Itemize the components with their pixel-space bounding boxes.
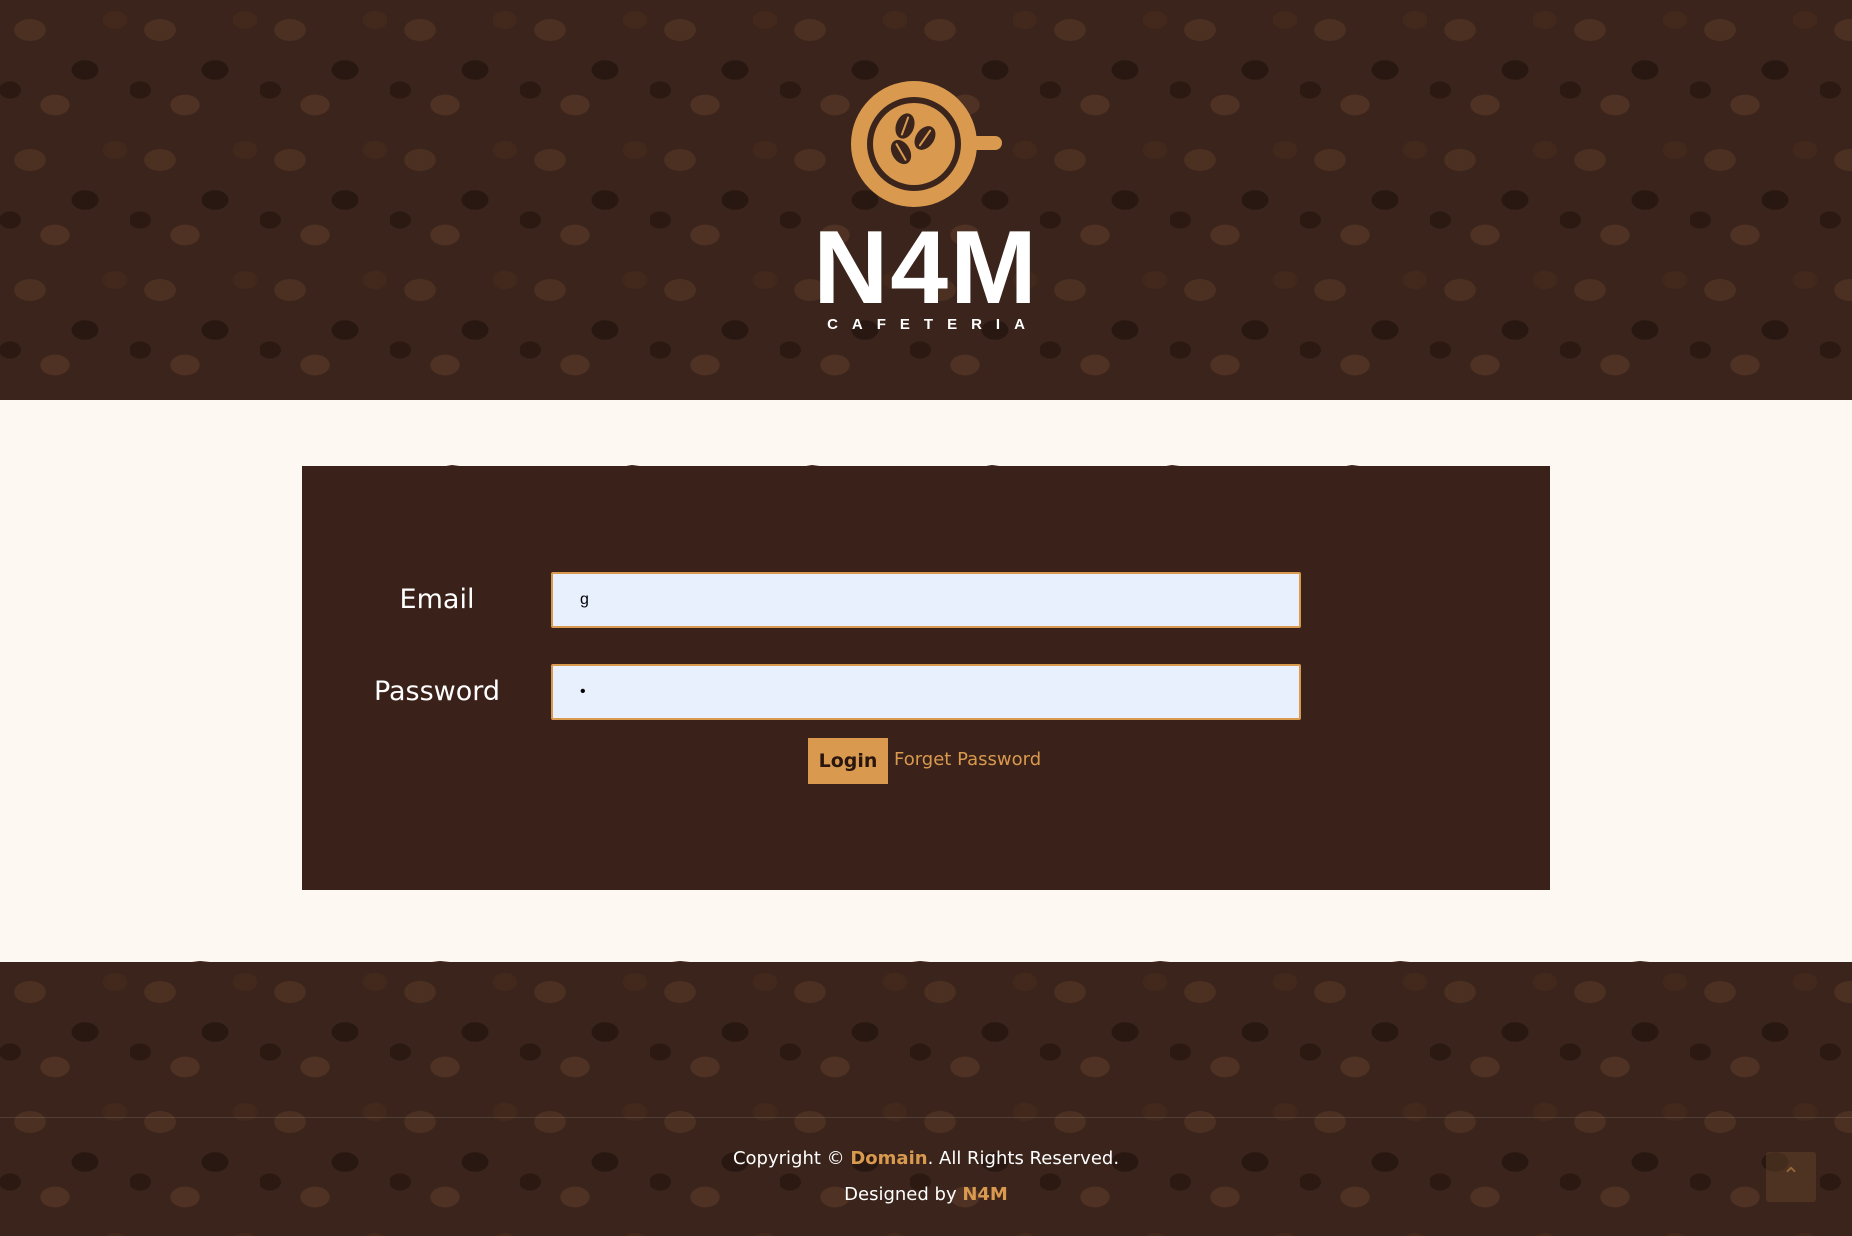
designed-by-prefix: Designed by	[844, 1184, 963, 1205]
designer-link[interactable]: N4M	[962, 1184, 1008, 1205]
domain-link[interactable]: Domain	[850, 1148, 927, 1169]
email-row: Email g	[302, 572, 1550, 628]
login-form: Email g Password • Login Forget Password	[302, 465, 1550, 890]
copyright-prefix: Copyright ©	[732, 1148, 851, 1169]
torn-paper-edge	[302, 465, 1550, 480]
footer: Copyright © Domain. All Rights Reserved.…	[0, 962, 1852, 1236]
coffee-bean-icon	[910, 122, 940, 154]
header-banner: N4M CAFETERIA	[0, 0, 1852, 400]
email-label: Email	[399, 584, 475, 615]
back-to-top-button[interactable]: ⌃	[1766, 1152, 1816, 1202]
login-button[interactable]: Login	[808, 738, 888, 784]
copyright-text: Copyright © Domain. All Rights Reserved.	[0, 1148, 1852, 1169]
brand-tagline: CAFETERIA	[827, 316, 1039, 333]
copyright-suffix: . All Rights Reserved.	[927, 1148, 1120, 1169]
designed-by-text: Designed by N4M	[0, 1184, 1852, 1205]
password-label: Password	[373, 676, 501, 707]
password-field[interactable]: •	[551, 664, 1301, 720]
cup-handle	[968, 136, 1002, 150]
password-row: Password •	[302, 664, 1550, 720]
coffee-cup-icon	[851, 81, 977, 207]
chevron-up-icon: ⌃	[1781, 1164, 1801, 1189]
forget-password-link[interactable]: Forget Password	[894, 738, 1041, 782]
brand-name: N4M	[813, 210, 1039, 326]
email-field[interactable]: g	[551, 572, 1301, 628]
torn-paper-edge	[0, 384, 1852, 397]
footer-divider	[0, 1117, 1852, 1118]
coffee-bean-icon	[886, 136, 916, 168]
login-page: N4M CAFETERIA Email g Password • Login F…	[0, 0, 1852, 1236]
torn-paper-edge	[302, 874, 1550, 890]
logo[interactable]: N4M CAFETERIA	[796, 78, 1056, 338]
form-actions: Login Forget Password	[302, 738, 1550, 784]
